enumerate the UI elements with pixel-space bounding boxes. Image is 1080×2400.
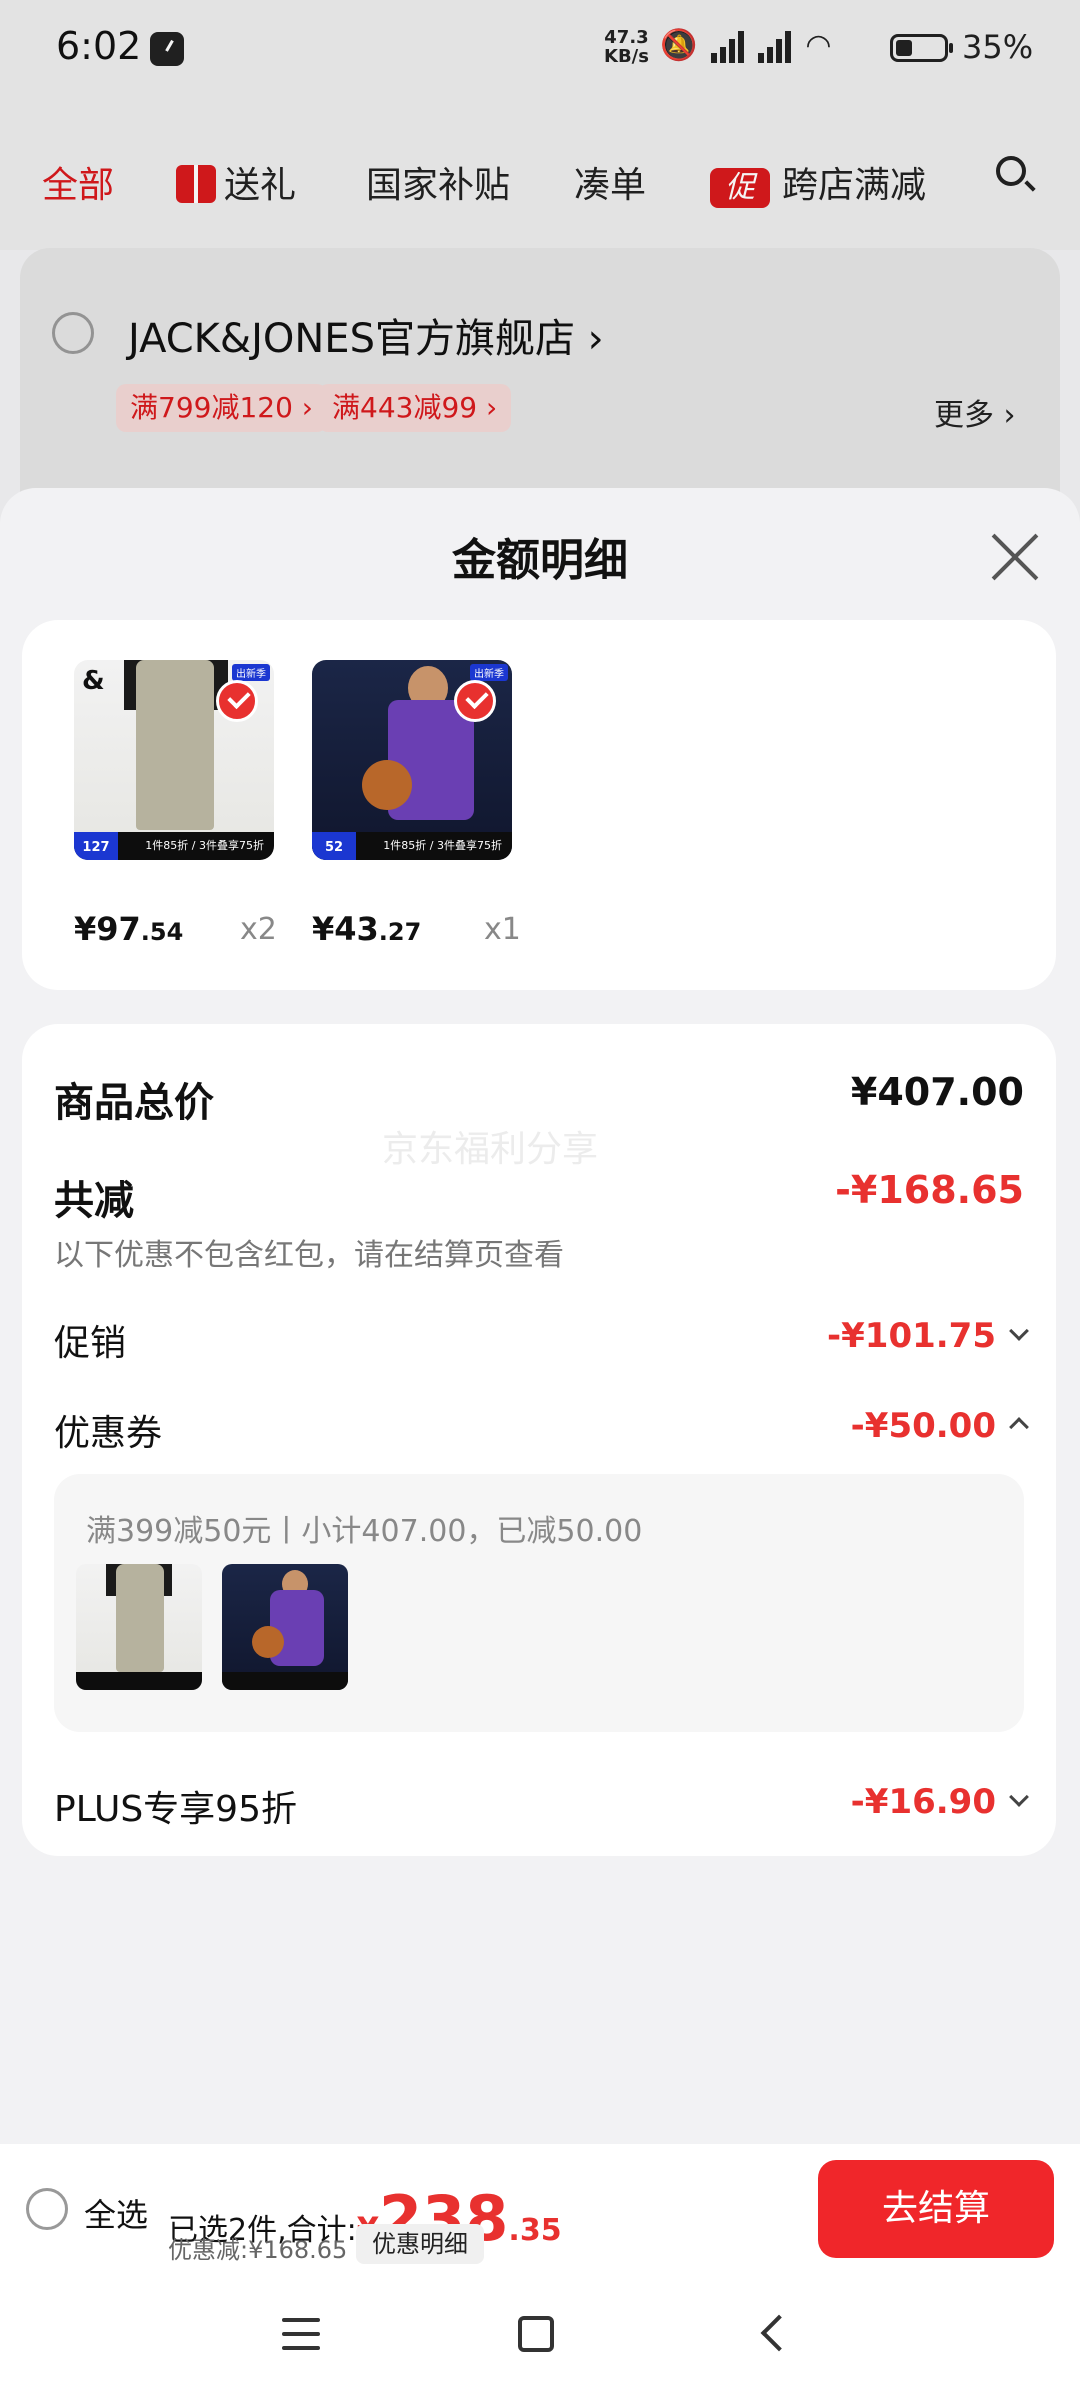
tab-cross-store[interactable]: 促跨店满减 [710, 156, 926, 208]
clock-app-icon [150, 32, 184, 66]
status-time: 6:02 [56, 24, 142, 68]
thumb-promo-text: 1件85折 / 3件叠享75折 [383, 839, 502, 852]
amount-detail-sheet: 金额明细 & 出新季 127 1件85折 / 3件叠享75折 ¥97.54 x2 … [0, 488, 1080, 2144]
plus-label: PLUS专享95折 [54, 1789, 297, 1830]
status-bar: 6:02 47.3 KB/s 🔕 ◠ 35% [0, 0, 1080, 100]
store-more-link[interactable]: 更多 › [934, 390, 1016, 434]
product-image-shape [136, 660, 214, 830]
total-label: 商品总价 [54, 1080, 214, 1126]
back-icon[interactable] [760, 2314, 798, 2352]
tab-gift[interactable]: 送礼 [176, 156, 296, 208]
item-price: ¥97.54 [74, 910, 183, 948]
signal-icon-2 [758, 29, 792, 63]
tab-cross-store-label: 跨店满减 [782, 165, 927, 206]
thumb-badge: 127 [74, 832, 118, 860]
promo-label: 促销 [54, 1323, 127, 1364]
signal-icon [711, 29, 745, 63]
coupon-product-thumbnail [76, 1564, 202, 1690]
gift-icon [176, 165, 216, 203]
item-price-int: ¥97 [74, 910, 141, 948]
thumb-tag: 出新季 [470, 664, 508, 681]
coupon-detail-text: 满399减50元丨小计407.00，已减50.00 [86, 1514, 643, 1549]
search-icon[interactable] [996, 156, 1026, 186]
reduce-label: 共减 [54, 1178, 134, 1224]
top-nav: 全部 送礼 国家补贴 凑单 促跨店满减 [0, 100, 1080, 250]
menu-icon[interactable] [282, 2318, 320, 2350]
thumb-tag: 出新季 [232, 664, 270, 681]
tab-add-on[interactable]: 凑单 [574, 156, 646, 208]
network-speed-unit: KB/s [604, 46, 649, 67]
total-value: ¥407.00 [850, 1070, 1024, 1114]
thumb-badge: 52 [312, 832, 356, 860]
reduce-note: 以下优惠不包含红包，请在结算页查看 [54, 1238, 564, 1273]
product-image-shape [362, 760, 412, 810]
tab-national-subsidy[interactable]: 国家补贴 [366, 156, 510, 208]
status-icons: 🔕 ◠ [660, 28, 832, 63]
promo-value: -¥101.75 [827, 1316, 996, 1356]
network-speed: 47.3 KB/s [604, 28, 649, 66]
chevron-down-icon [1009, 1321, 1029, 1341]
battery-percent: 35% [962, 28, 1034, 66]
close-icon[interactable] [988, 530, 1042, 584]
product-image-shape [270, 1590, 324, 1666]
network-speed-value: 47.3 [604, 27, 649, 48]
price-detail-card: 京东福利分享 商品总价 ¥407.00 共减 -¥168.65 以下优惠不包含红… [22, 1024, 1056, 1856]
tab-all[interactable]: 全部 [42, 156, 114, 208]
product-image-shape [252, 1626, 284, 1658]
check-icon [216, 680, 258, 722]
check-icon [454, 680, 496, 722]
thumb-promo-banner [222, 1672, 348, 1690]
discount-text: 优惠减:¥168.65 [168, 2236, 348, 2264]
item-quantity: x2 [240, 912, 277, 947]
chevron-up-icon [1009, 1417, 1029, 1437]
store-coupon-tag[interactable]: 满799减120 › [116, 384, 327, 432]
plus-value: -¥16.90 [850, 1782, 996, 1822]
coupon-detail-box: 满399减50元丨小计407.00，已减50.00 [54, 1474, 1024, 1732]
products-card: & 出新季 127 1件85折 / 3件叠享75折 ¥97.54 x2 出新季 5… [22, 620, 1056, 990]
mute-icon: 🔕 [660, 28, 698, 63]
home-icon[interactable] [518, 2316, 554, 2352]
product-image-shape [116, 1564, 164, 1672]
item-quantity: x1 [484, 912, 521, 947]
store-name[interactable]: JACK&JONES官方旗舰店 › [128, 306, 604, 364]
item-price-dec: .27 [378, 918, 422, 946]
checkout-bar: 全选 已选2件,合计:¥238.35 优惠减:¥168.65 优惠明细 去结算 [0, 2144, 1080, 2274]
tab-gift-label: 送礼 [224, 165, 297, 206]
checkout-button[interactable]: 去结算 [818, 2160, 1054, 2258]
thumb-promo-banner [76, 1672, 202, 1690]
store-select-radio[interactable] [52, 312, 94, 354]
thumb-promo-banner: 52 1件85折 / 3件叠享75折 [312, 832, 512, 860]
thumb-promo-text: 1件85折 / 3件叠享75折 [145, 839, 264, 852]
brand-logo: & [82, 666, 105, 696]
coupon-value: -¥50.00 [850, 1406, 996, 1446]
thumb-promo-banner: 127 1件85折 / 3件叠享75折 [74, 832, 274, 860]
reduce-value: -¥168.65 [835, 1168, 1024, 1212]
select-all-radio[interactable] [26, 2188, 68, 2230]
item-price: ¥43.27 [312, 910, 421, 948]
discount-detail-button[interactable]: 优惠明细 [356, 2224, 484, 2264]
coupon-label: 优惠券 [54, 1413, 163, 1454]
system-nav-bar [0, 2274, 1080, 2400]
battery-icon [890, 34, 953, 62]
item-price-int: ¥43 [312, 910, 379, 948]
total-decimal: .35 [508, 2213, 562, 2248]
select-all-label[interactable]: 全选 [84, 2190, 148, 2236]
chevron-down-icon [1009, 1787, 1029, 1807]
coupon-product-thumbnail [222, 1564, 348, 1690]
promo-badge-icon: 促 [710, 168, 770, 208]
wifi-icon: ◠ [805, 28, 832, 63]
watermark: 京东福利分享 [382, 1129, 599, 1170]
item-price-dec: .54 [140, 918, 184, 946]
store-coupon-tag[interactable]: 满443减99 › [318, 384, 512, 432]
sheet-title: 金额明细 [452, 535, 628, 586]
